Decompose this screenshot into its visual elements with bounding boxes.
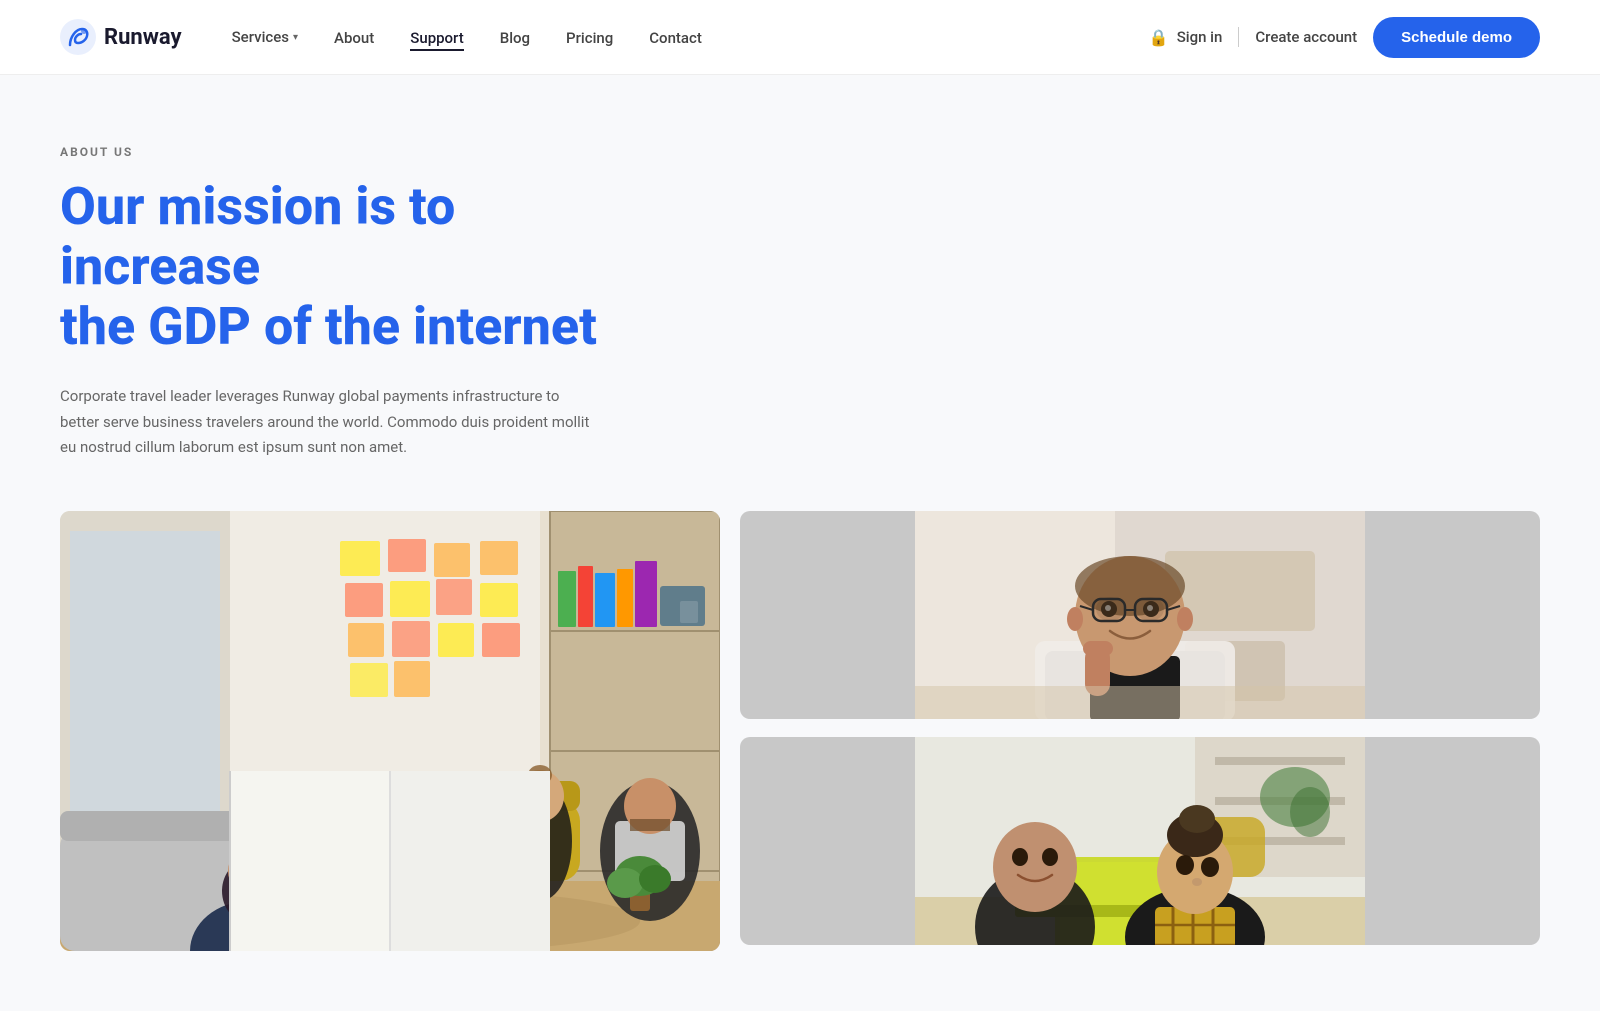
mission-heading: Our mission is to increase the GDP of th… xyxy=(60,177,620,356)
sign-in-link[interactable]: Sign in xyxy=(1177,28,1223,46)
sign-in-wrapper: 🔒 Sign in xyxy=(1149,28,1223,47)
nav-links: Services ▾ About Support Blog xyxy=(232,28,702,47)
lock-icon: 🔒 xyxy=(1149,28,1169,47)
nav-link-pricing[interactable]: Pricing xyxy=(566,29,613,47)
brand-name: Runway xyxy=(104,25,182,50)
schedule-demo-button[interactable]: Schedule demo xyxy=(1373,17,1540,58)
mission-description: Corporate travel leader leverages Runway… xyxy=(60,384,600,461)
nav-link-about[interactable]: About xyxy=(334,29,374,47)
navbar-left: Runway Services ▾ About Support xyxy=(60,19,702,55)
nav-item-contact[interactable]: Contact xyxy=(649,28,702,47)
logo-link[interactable]: Runway xyxy=(60,19,182,55)
eyebrow-label: ABOUT US xyxy=(60,145,1540,159)
nav-item-about[interactable]: About xyxy=(334,28,374,47)
photo-large-svg xyxy=(60,511,720,951)
photo-small-top xyxy=(740,511,1540,719)
nav-link-contact[interactable]: Contact xyxy=(649,29,702,47)
main-content: ABOUT US Our mission is to increase the … xyxy=(0,75,1600,1011)
photo-small-bottom xyxy=(740,737,1540,945)
nav-item-pricing[interactable]: Pricing xyxy=(566,28,613,47)
nav-link-services[interactable]: Services ▾ xyxy=(232,28,298,46)
nav-link-support[interactable]: Support xyxy=(410,29,463,51)
navbar-right: 🔒 Sign in Create account Schedule demo xyxy=(1149,17,1540,58)
nav-item-blog[interactable]: Blog xyxy=(500,28,530,47)
photo-small-top-svg xyxy=(740,511,1540,719)
create-account-link[interactable]: Create account xyxy=(1255,28,1357,46)
nav-item-support[interactable]: Support xyxy=(410,28,463,47)
photo-small-bottom-svg xyxy=(740,737,1540,945)
chevron-down-icon: ▾ xyxy=(293,32,298,43)
nav-link-blog[interactable]: Blog xyxy=(500,29,530,47)
photo-right-stack xyxy=(740,511,1540,945)
navbar: Runway Services ▾ About Support xyxy=(0,0,1600,75)
nav-item-services[interactable]: Services ▾ xyxy=(232,28,298,46)
photo-large xyxy=(60,511,720,951)
logo-icon xyxy=(60,19,96,55)
nav-divider xyxy=(1238,27,1239,47)
photos-grid xyxy=(60,511,1540,951)
